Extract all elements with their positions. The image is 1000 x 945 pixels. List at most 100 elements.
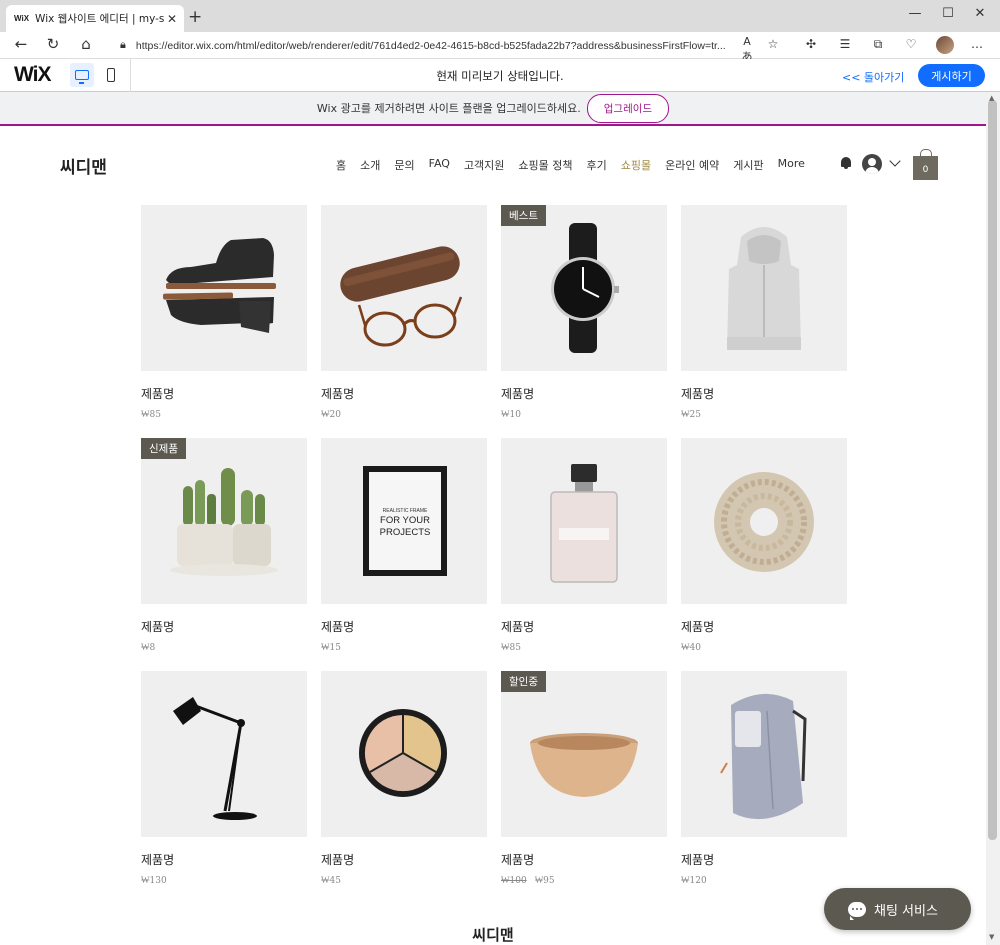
picture-frame-icon: REALISTIC FRAME FOR YOUR PROJECTS xyxy=(363,466,447,576)
product-image[interactable] xyxy=(321,205,487,371)
product-card[interactable]: 제품명 ₩45 xyxy=(321,671,487,904)
back-to-editor-link[interactable]: << 돌아가기 xyxy=(842,69,904,85)
product-image[interactable] xyxy=(681,438,847,604)
product-name[interactable]: 제품명 xyxy=(321,851,487,868)
product-card[interactable]: 제품명 ₩130 xyxy=(141,671,307,904)
minimize-icon[interactable]: — xyxy=(905,6,925,21)
product-card[interactable]: 제품명 ₩25 xyxy=(681,205,847,438)
product-name[interactable]: 제품명 xyxy=(321,385,487,402)
nav-shop-policy[interactable]: 쇼핑몰 정책 xyxy=(518,157,572,173)
notification-bell-icon[interactable] xyxy=(840,156,852,170)
member-avatar-icon[interactable] xyxy=(862,154,882,174)
product-card[interactable]: 할인중 제품명 ₩100 ₩95 xyxy=(501,671,667,904)
product-name[interactable]: 제품명 xyxy=(681,618,847,635)
product-image[interactable]: 할인중 xyxy=(501,671,667,837)
favorites-list-icon[interactable]: ☰ xyxy=(836,37,854,55)
nav-about[interactable]: 소개 xyxy=(360,157,380,173)
product-price: ₩120 xyxy=(681,876,707,886)
more-menu-icon[interactable]: … xyxy=(968,37,986,55)
product-name[interactable]: 제품명 xyxy=(681,851,847,868)
product-image[interactable]: 베스트 xyxy=(501,205,667,371)
favorite-icon[interactable]: ☆ xyxy=(764,37,782,55)
product-name[interactable]: 제품명 xyxy=(321,618,487,635)
product-card[interactable]: 제품명 ₩120 xyxy=(681,671,847,904)
scrollbar-thumb[interactable] xyxy=(988,100,997,840)
scroll-up-icon[interactable]: ▲ xyxy=(989,94,994,102)
nav-home[interactable]: 홈 xyxy=(336,157,346,173)
product-grid: 제품명 ₩85 제품명 ₩20 베스트 제품명 ₩10 제품명 ₩25 신제품 … xyxy=(141,205,847,904)
maximize-icon[interactable]: ☐ xyxy=(938,6,958,21)
nav-support[interactable]: 고객지원 xyxy=(464,157,504,173)
product-card[interactable]: 신제품 제품명 ₩8 xyxy=(141,438,307,671)
product-price: ₩8 xyxy=(141,643,156,653)
product-name[interactable]: 제품명 xyxy=(141,618,307,635)
product-price: ₩85 xyxy=(501,643,521,653)
browser-essentials-icon[interactable]: ♡ xyxy=(902,37,920,55)
product-name[interactable]: 제품명 xyxy=(141,851,307,868)
upgrade-button[interactable]: 업그레이드 xyxy=(586,93,670,123)
product-image[interactable] xyxy=(141,671,307,837)
profile-avatar[interactable] xyxy=(936,36,954,54)
publish-button[interactable]: 게시하기 xyxy=(918,64,985,87)
original-price: ₩100 xyxy=(501,876,527,886)
nav-faq[interactable]: FAQ xyxy=(429,157,450,173)
extensions-icon[interactable]: ✣ xyxy=(802,37,820,55)
product-name[interactable]: 제품명 xyxy=(501,851,667,868)
chat-label: 채팅 서비스 xyxy=(874,903,938,919)
desk-lamp-icon xyxy=(173,697,257,820)
frame-line-2: FOR YOUR xyxy=(380,515,430,526)
ribbon-badge: 할인중 xyxy=(501,671,546,692)
product-image[interactable] xyxy=(681,205,847,371)
nav-booking[interactable]: 온라인 예약 xyxy=(665,157,719,173)
product-image[interactable]: 신제품 xyxy=(141,438,307,604)
product-card[interactable]: 제품명 ₩85 xyxy=(501,438,667,671)
close-window-icon[interactable]: ✕ xyxy=(970,6,990,21)
browser-tab[interactable]: WiX Wix 웹사이트 에디터 | my-site ✕ xyxy=(6,5,184,32)
nav-contact[interactable]: 문의 xyxy=(394,157,414,173)
back-icon[interactable]: ← xyxy=(10,35,32,53)
tab-title: Wix 웹사이트 에디터 | my-site xyxy=(35,13,164,25)
product-image[interactable]: REALISTIC FRAME FOR YOUR PROJECTS xyxy=(321,438,487,604)
product-name[interactable]: 제품명 xyxy=(501,618,667,635)
glasses-case-icon xyxy=(340,246,463,347)
knit-scarf-icon xyxy=(714,472,814,572)
product-image[interactable] xyxy=(141,205,307,371)
product-card[interactable]: REALISTIC FRAME FOR YOUR PROJECTS 제품명 ₩1… xyxy=(321,438,487,671)
cactus-planter-icon xyxy=(170,468,278,576)
home-icon[interactable]: ⌂ xyxy=(75,35,97,53)
product-image[interactable] xyxy=(501,438,667,604)
chat-bubble-icon xyxy=(848,901,866,920)
chevron-down-icon[interactable] xyxy=(889,155,901,167)
product-image[interactable] xyxy=(321,671,487,837)
product-name[interactable]: 제품명 xyxy=(681,385,847,402)
collections-icon[interactable]: ⧉ xyxy=(869,37,887,55)
nav-board[interactable]: 게시판 xyxy=(733,157,763,173)
refresh-icon[interactable]: ↻ xyxy=(42,35,64,53)
nav-shop[interactable]: 쇼핑몰 xyxy=(621,157,651,173)
wix-editor-bar: WiX 현재 미리보기 상태입니다. << 돌아가기 게시하기 xyxy=(0,59,1000,92)
lock-icon: 🔒︎ xyxy=(120,39,126,51)
chat-service-button[interactable]: 채팅 서비스 xyxy=(824,888,971,930)
product-card[interactable]: 제품명 ₩20 xyxy=(321,205,487,438)
nav-reviews[interactable]: 후기 xyxy=(587,157,607,173)
hoodie-icon xyxy=(727,227,801,350)
site-title[interactable]: 씨디맨 xyxy=(60,153,107,178)
cart-bag-icon[interactable]: 0 xyxy=(913,149,938,180)
new-tab-icon[interactable]: + xyxy=(188,7,202,27)
product-name[interactable]: 제품명 xyxy=(501,385,667,402)
perfume-bottle-icon xyxy=(550,464,618,583)
nav-more[interactable]: More xyxy=(778,157,805,173)
wix-favicon-icon: WiX xyxy=(14,14,30,23)
product-name[interactable]: 제품명 xyxy=(141,385,307,402)
product-card[interactable]: 제품명 ₩40 xyxy=(681,438,847,671)
read-aloud-icon[interactable]: Aあ xyxy=(738,35,756,63)
product-price: ₩10 xyxy=(501,410,521,420)
product-image[interactable] xyxy=(681,671,847,837)
product-card[interactable]: 베스트 제품명 ₩10 xyxy=(501,205,667,438)
product-card[interactable]: 제품명 ₩85 xyxy=(141,205,307,438)
product-price: ₩130 xyxy=(141,876,167,886)
url-field[interactable]: 🔒︎ https://editor.wix.com/html/editor/we… xyxy=(108,35,788,56)
scroll-down-icon[interactable]: ▼ xyxy=(989,933,994,941)
close-tab-icon[interactable]: ✕ xyxy=(164,12,180,26)
product-price: ₩40 xyxy=(681,643,701,653)
